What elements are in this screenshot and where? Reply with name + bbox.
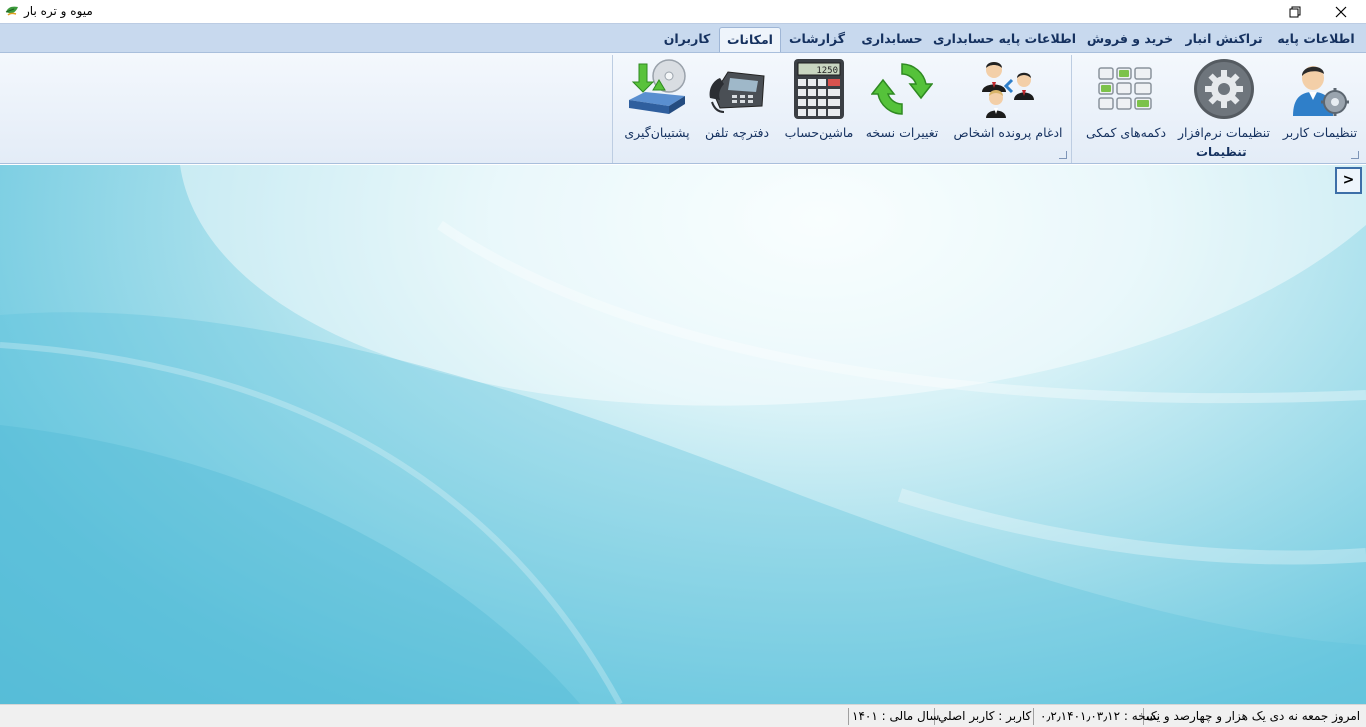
phonebook-label: دفترچه تلفن <box>704 125 770 140</box>
group-separator <box>1071 55 1072 163</box>
ribbon-tab-strip: اطلاعات پایه تراکنش انبار خرید و فروش اط… <box>0 23 1366 53</box>
status-fiscal-year: سال مالی : ۱۴۰۱ <box>852 709 940 723</box>
backup-icon <box>625 57 689 121</box>
gear-icon <box>1192 57 1256 121</box>
status-separator <box>848 708 849 725</box>
merge-people-label: ادغام پرونده اشخاص <box>953 125 1063 140</box>
user-settings-button[interactable]: تنظیمات کاربر <box>1280 57 1360 143</box>
main-content-area <box>0 165 1366 704</box>
ribbon-panel: تنظیمات کاربر تنظیمات نرم‌افزار <box>0 52 1366 164</box>
background-swirl-image <box>0 165 1366 704</box>
helper-buttons-label: دکمه‌های کمکی <box>1085 125 1167 140</box>
tab-warehouse-transactions[interactable]: تراکنش انبار <box>1182 27 1266 53</box>
status-version: نسخه : ۰٫۲٫۱۴۰۱٫۰۳٫۱۲ <box>1040 709 1160 723</box>
status-user: کاربر : کاربر اصلي <box>938 709 1032 723</box>
tab-features[interactable]: امکانات <box>719 27 781 53</box>
title-bar: میوه و تره بار <box>0 0 1366 23</box>
merge-people-icon <box>976 57 1040 121</box>
window-title: میوه و تره بار <box>24 4 93 18</box>
status-today-date: امروز جمعه نه دی یک هزار و چهارصد و یک <box>1146 709 1361 723</box>
tab-buy-and-sell[interactable]: خرید و فروش <box>1084 27 1176 53</box>
tab-accounting[interactable]: حسابداری <box>856 27 928 53</box>
phonebook-button[interactable]: دفترچه تلفن <box>700 57 774 143</box>
restore-icon <box>1289 6 1301 18</box>
tab-basic-info[interactable]: اطلاعات پایه <box>1272 27 1360 53</box>
user-settings-icon <box>1288 57 1352 121</box>
software-settings-label: تنظیمات نرم‌افزار <box>1177 125 1271 140</box>
status-bar: امروز جمعه نه دی یک هزار و چهارصد و یک ن… <box>0 704 1366 727</box>
close-button[interactable] <box>1318 0 1364 23</box>
user-settings-label: تنظیمات کاربر <box>1282 125 1358 140</box>
backup-label: پشتیبان‌گیری <box>624 125 690 140</box>
version-changes-label: تغییرات نسخه <box>865 125 939 140</box>
settings-group-launcher-icon[interactable] <box>1351 151 1359 159</box>
app-leaf-icon <box>4 4 20 18</box>
group-separator <box>612 55 613 163</box>
calculator-icon: 1250 <box>787 57 851 121</box>
tab-accounting-basic-info[interactable]: اطلاعات پایه حسابداری <box>933 27 1076 53</box>
tools-group-launcher-icon[interactable] <box>1059 151 1067 159</box>
settings-group-label: تنظیمات <box>1196 145 1247 159</box>
tab-reports[interactable]: گزارشات <box>786 27 848 53</box>
merge-people-button[interactable]: ادغام پرونده اشخاص <box>948 57 1068 143</box>
version-changes-button[interactable]: تغییرات نسخه <box>862 57 942 143</box>
restore-button[interactable] <box>1272 0 1318 23</box>
backup-button[interactable]: پشتیبان‌گیری <box>618 57 696 143</box>
helper-buttons-button[interactable]: دکمه‌های کمکی <box>1082 57 1170 143</box>
software-settings-button[interactable]: تنظیمات نرم‌افزار <box>1176 57 1272 143</box>
close-icon <box>1335 6 1347 18</box>
telephone-icon <box>705 57 769 121</box>
panel-toggle-button[interactable]: > <box>1335 167 1362 194</box>
tab-users[interactable]: کاربران <box>660 27 714 53</box>
status-separator <box>1033 708 1034 725</box>
refresh-icon <box>870 57 934 121</box>
calculator-button[interactable]: 1250 ماشین‌حساب <box>782 57 856 143</box>
calculator-label: ماشین‌حساب <box>784 125 854 140</box>
helper-buttons-icon <box>1094 57 1158 121</box>
svg-text:1250: 1250 <box>816 66 838 76</box>
